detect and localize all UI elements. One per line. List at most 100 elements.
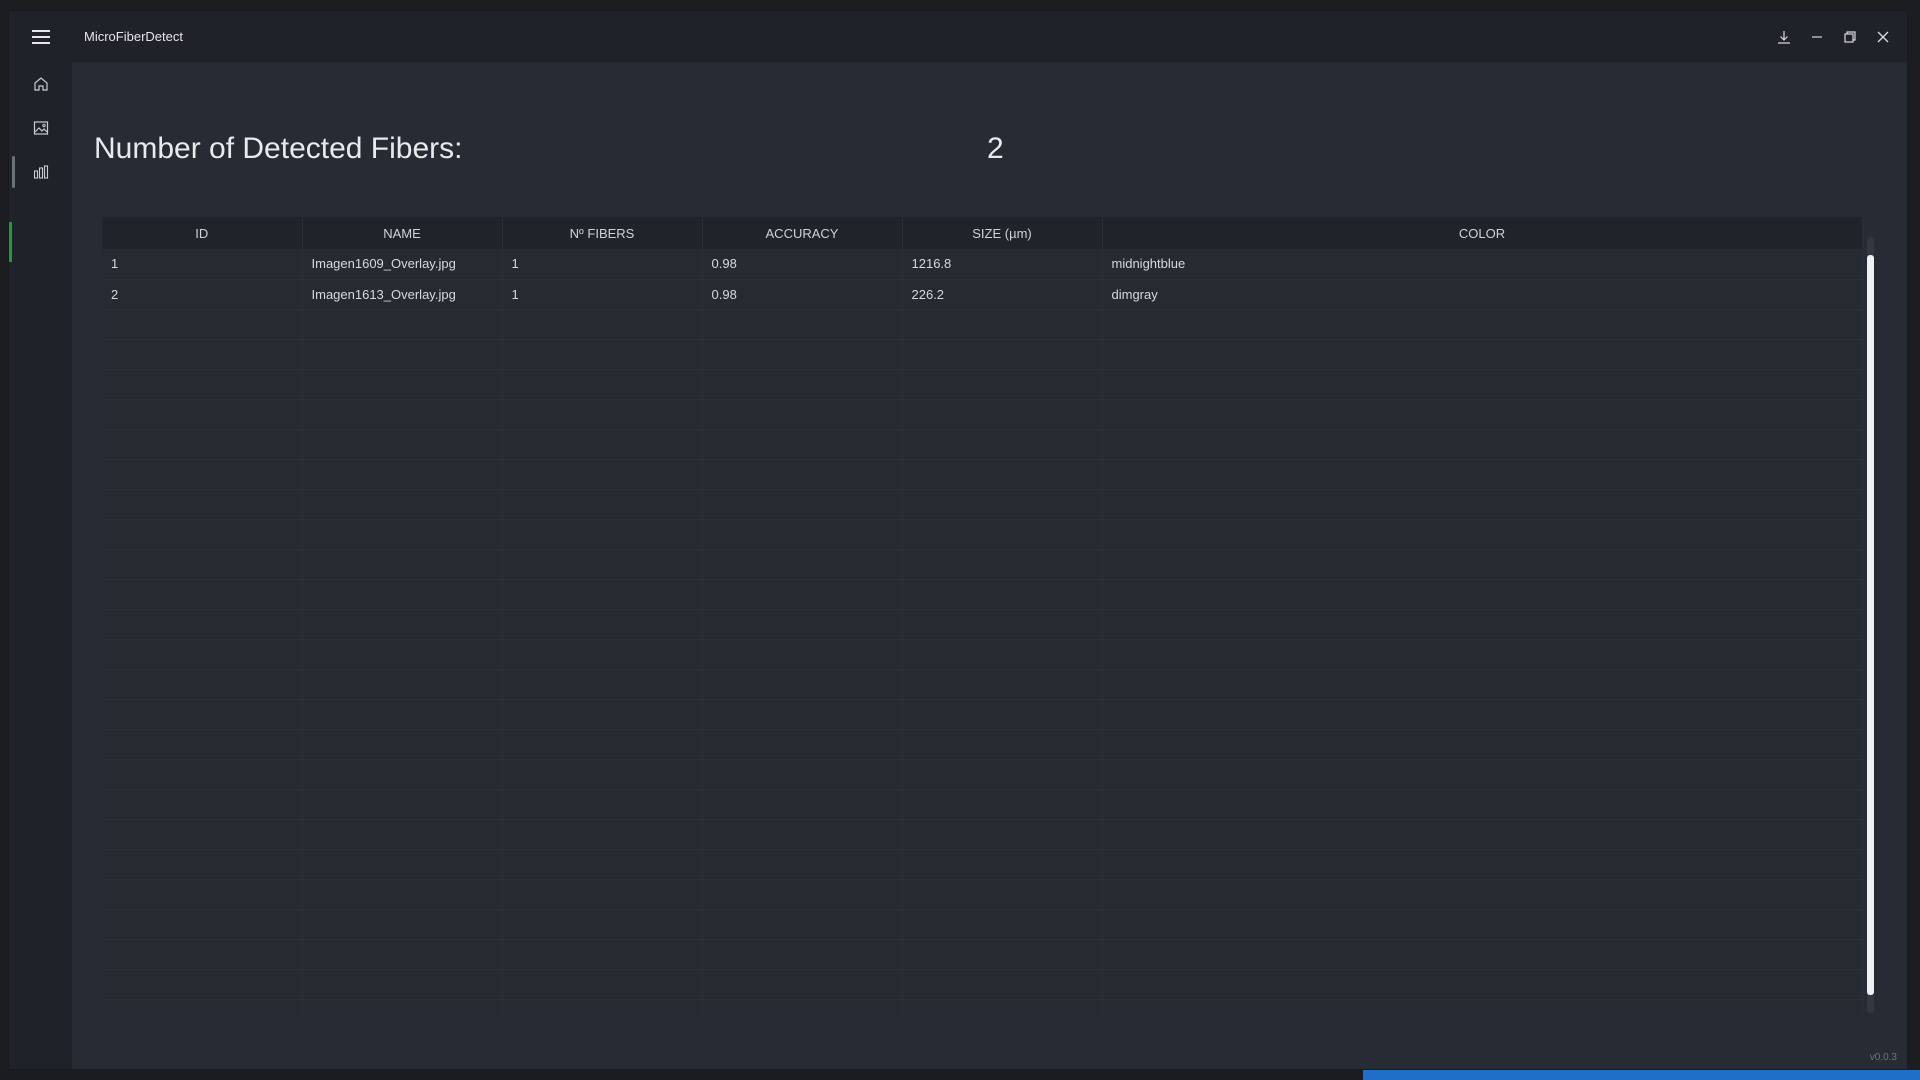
empty-cell (302, 579, 503, 610)
empty-table-row (102, 909, 1863, 940)
empty-cell (502, 939, 703, 970)
empty-cell (902, 339, 1103, 370)
empty-cell (902, 309, 1103, 340)
empty-cell (702, 849, 903, 880)
empty-cell (102, 309, 303, 340)
empty-cell (502, 759, 703, 790)
close-button[interactable] (1866, 20, 1899, 53)
empty-cell (702, 639, 903, 670)
empty-cell (1102, 459, 1863, 490)
column-header-name[interactable]: NAME (302, 217, 503, 249)
cell-size: 1216.8 (902, 249, 1103, 280)
empty-cell (902, 369, 1103, 400)
window-controls (1767, 11, 1899, 62)
table-header-row: ID NAME Nº FIBERS ACCURACY SIZE (µm) COL… (102, 217, 1863, 249)
taskbar (0, 1070, 1920, 1080)
empty-cell (302, 519, 503, 550)
column-header-size[interactable]: SIZE (µm) (902, 217, 1103, 249)
cell-color: dimgray (1102, 279, 1863, 310)
empty-cell (102, 729, 303, 760)
empty-cell (1102, 969, 1863, 1000)
empty-cell (302, 669, 503, 700)
table-scrollbar[interactable] (1867, 237, 1874, 1013)
empty-table-row (102, 729, 1863, 760)
empty-table-row (102, 819, 1863, 850)
empty-cell (702, 489, 903, 520)
cell-id: 2 (102, 279, 303, 310)
empty-cell (1102, 609, 1863, 640)
empty-cell (902, 999, 1103, 1013)
empty-cell (902, 549, 1103, 580)
title-bar: MicroFiberDetect (9, 11, 1907, 62)
empty-table-row (102, 309, 1863, 340)
table-row[interactable]: 1 Imagen1609_Overlay.jpg 1 0.98 1216.8 m… (102, 249, 1863, 280)
main-content: Number of Detected Fibers: 2 ID NAME Nº … (72, 62, 1907, 1069)
empty-cell (102, 579, 303, 610)
empty-cell (1102, 909, 1863, 940)
empty-cell (102, 939, 303, 970)
empty-cell (502, 669, 703, 700)
column-header-fibers[interactable]: Nº FIBERS (502, 217, 703, 249)
empty-cell (102, 789, 303, 820)
empty-cell (302, 339, 503, 370)
cell-id: 1 (102, 249, 303, 280)
empty-cell (102, 759, 303, 790)
empty-cell (702, 909, 903, 940)
sidebar (9, 62, 72, 1069)
empty-cell (302, 369, 503, 400)
empty-table-row (102, 669, 1863, 700)
empty-cell (102, 639, 303, 670)
empty-cell (502, 429, 703, 460)
empty-cell (902, 429, 1103, 460)
empty-cell (1102, 879, 1863, 910)
empty-cell (902, 759, 1103, 790)
empty-cell (902, 939, 1103, 970)
empty-cell (702, 459, 903, 490)
empty-cell (902, 969, 1103, 1000)
empty-rows (102, 309, 1863, 1013)
column-header-accuracy[interactable]: ACCURACY (702, 217, 903, 249)
empty-cell (502, 609, 703, 640)
empty-cell (902, 609, 1103, 640)
table-row[interactable]: 2 Imagen1613_Overlay.jpg 1 0.98 226.2 di… (102, 279, 1863, 310)
empty-cell (702, 969, 903, 1000)
column-header-color[interactable]: COLOR (1102, 217, 1863, 249)
empty-cell (302, 609, 503, 640)
sidebar-item-home[interactable] (9, 62, 72, 106)
empty-cell (1102, 849, 1863, 880)
empty-cell (302, 939, 503, 970)
empty-cell (502, 309, 703, 340)
empty-cell (902, 669, 1103, 700)
empty-cell (1102, 399, 1863, 430)
empty-cell (1102, 339, 1863, 370)
empty-cell (1102, 369, 1863, 400)
empty-cell (502, 819, 703, 850)
empty-cell (302, 309, 503, 340)
minimize-icon (1811, 35, 1822, 38)
empty-cell (1102, 699, 1863, 730)
empty-cell (1102, 579, 1863, 610)
empty-table-row (102, 879, 1863, 910)
table-scrollbar-thumb[interactable] (1867, 255, 1874, 995)
minimize-button[interactable] (1800, 20, 1833, 53)
hamburger-menu-button[interactable] (9, 11, 72, 62)
column-header-id[interactable]: ID (102, 217, 303, 249)
restore-button[interactable] (1833, 20, 1866, 53)
detected-fibers-label: Number of Detected Fibers: (94, 132, 463, 165)
empty-cell (502, 849, 703, 880)
empty-cell (102, 609, 303, 640)
download-button[interactable] (1767, 20, 1800, 53)
sidebar-item-images[interactable] (9, 106, 72, 150)
empty-cell (902, 699, 1103, 730)
detected-fibers-count: 2 (987, 132, 1004, 165)
empty-cell (502, 519, 703, 550)
empty-table-row (102, 459, 1863, 490)
empty-cell (102, 519, 303, 550)
cell-fibers: 1 (502, 279, 703, 310)
empty-cell (1102, 999, 1863, 1013)
sidebar-item-results[interactable] (9, 150, 72, 194)
empty-cell (102, 399, 303, 430)
empty-cell (102, 549, 303, 580)
empty-cell (302, 699, 503, 730)
empty-cell (102, 369, 303, 400)
